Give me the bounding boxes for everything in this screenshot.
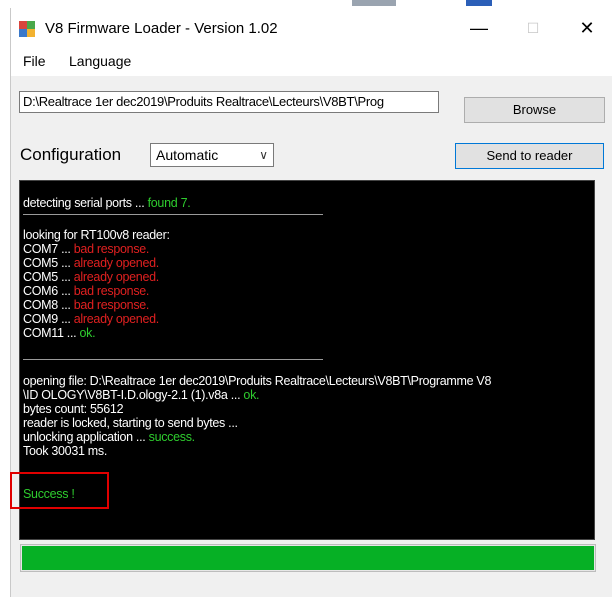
success-highlight-box xyxy=(10,472,109,509)
log-line: opening file: D:\Realtrace 1er dec2019\P… xyxy=(23,374,492,388)
background-window-fragment xyxy=(352,0,396,6)
menu-bar: File Language xyxy=(11,48,612,76)
log-line: \ID OLOGY\V8BT-I.D.ology-2.1 (1).v8a ...… xyxy=(23,388,260,402)
configuration-label: Configuration xyxy=(20,145,122,164)
log-line: looking for RT100v8 reader: xyxy=(23,228,170,242)
chevron-down-icon: ∨ xyxy=(259,148,268,162)
minimize-button[interactable]: — xyxy=(457,8,501,48)
log-line: Took 30031 ms. xyxy=(23,444,108,458)
window-title: V8 Firmware Loader - Version 1.02 xyxy=(45,20,278,37)
close-button[interactable]: ✕ xyxy=(565,8,609,48)
log-line: bytes count: 55612 xyxy=(23,402,124,416)
log-separator xyxy=(23,214,323,215)
configuration-select[interactable]: Automatic ∨ xyxy=(150,143,274,167)
menu-language[interactable]: Language xyxy=(69,53,131,69)
log-line: COM11 ... ok. xyxy=(23,326,96,340)
log-line: COM7 ... bad response. xyxy=(23,242,150,256)
browse-button[interactable]: Browse xyxy=(464,97,605,123)
progress-bar xyxy=(20,544,596,572)
log-line: COM6 ... bad response. xyxy=(23,284,150,298)
send-to-reader-button[interactable]: Send to reader xyxy=(455,143,604,169)
file-path-field[interactable]: D:\Realtrace 1er dec2019\Produits Realtr… xyxy=(19,91,439,113)
log-line: detecting serial ports ... found 7. xyxy=(23,196,191,210)
configuration-value: Automatic xyxy=(156,147,219,163)
log-line: reader is locked, starting to send bytes… xyxy=(23,416,238,430)
progress-fill xyxy=(22,546,594,570)
title-bar[interactable]: V8 Firmware Loader - Version 1.02 — ☐ ✕ xyxy=(11,8,612,48)
menu-file[interactable]: File xyxy=(23,53,46,69)
app-icon xyxy=(19,21,35,37)
log-line: COM8 ... bad response. xyxy=(23,298,150,312)
log-line: unlocking application ... success. xyxy=(23,430,195,444)
log-line: COM5 ... already opened. xyxy=(23,270,159,284)
maximize-button[interactable]: ☐ xyxy=(511,8,555,48)
log-separator xyxy=(23,359,323,360)
background-window-fragment xyxy=(466,0,492,6)
log-line: COM5 ... already opened. xyxy=(23,256,159,270)
log-line: COM9 ... already opened. xyxy=(23,312,159,326)
